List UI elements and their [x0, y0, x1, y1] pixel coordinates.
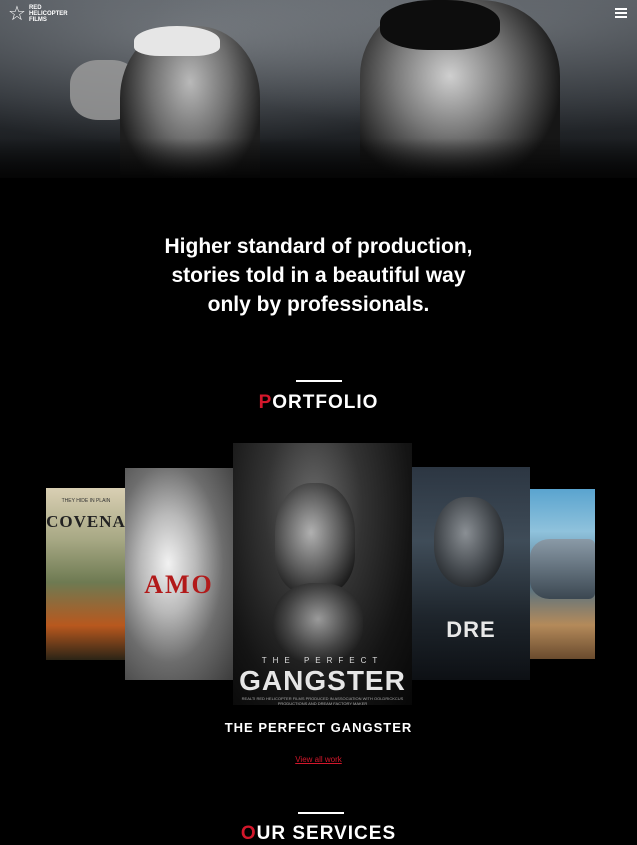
portfolio-heading-rest: ORTFOLIO — [272, 392, 379, 413]
poster-title: GANGSTER — [239, 665, 406, 696]
poster-title: AMO — [144, 570, 214, 599]
poster-title: DRE — [446, 617, 496, 642]
hero-hair-right — [380, 0, 500, 50]
tagline-line-1: Higher standard of production, — [164, 235, 473, 258]
logo-text: RED HELICOPTER FILMS — [28, 5, 68, 23]
poster-the-perfect-gangster[interactable]: THE PERFECT GANGSTER REALTI RED HELICOPT… — [233, 443, 412, 705]
tagline-line-2: stories told in a beautiful way — [171, 264, 466, 287]
services-divider — [298, 812, 344, 814]
tagline: Higher standard of production, stories t… — [0, 232, 637, 319]
portfolio-heading-initial: P — [258, 392, 273, 413]
poster-dre[interactable]: DRE — [412, 467, 530, 680]
services-heading: OUR SERVICES — [0, 823, 637, 845]
poster-title: COVENA — [46, 512, 126, 531]
poster-face — [275, 483, 355, 593]
site-logo[interactable]: ☆ RED HELICOPTER FILMS — [8, 3, 68, 25]
poster-face-lower — [273, 583, 363, 663]
hero-hair-left — [134, 26, 220, 56]
portfolio-heading: PORTFOLIO — [0, 392, 637, 414]
poster-amo[interactable]: AMO — [125, 468, 233, 680]
poster-car-image — [530, 539, 595, 599]
poster-covenant[interactable]: THEY HIDE IN PLAIN COVENA — [46, 488, 126, 660]
hero-shade — [0, 138, 637, 178]
hero-banner: ☆ RED HELICOPTER FILMS — [0, 0, 637, 178]
services-heading-rest: UR SERVICES — [256, 823, 397, 844]
poster-credits: REALTI RED HELICOPTER FILMS PRODUCED IN … — [241, 696, 404, 705]
services-heading-initial: O — [240, 823, 257, 844]
star-icon: ☆ — [8, 3, 26, 25]
hamburger-icon[interactable] — [615, 8, 627, 18]
poster-pretitle: THE PERFECT — [261, 656, 384, 665]
tagline-line-3: only by professionals. — [207, 293, 430, 316]
view-all-link[interactable]: View all work — [0, 755, 637, 764]
poster-tagline: THEY HIDE IN PLAIN — [61, 498, 111, 504]
featured-title: THE PERFECT GANGSTER — [224, 720, 413, 735]
portfolio-divider — [296, 380, 342, 382]
poster-face — [434, 497, 504, 587]
poster-car[interactable] — [530, 489, 595, 659]
